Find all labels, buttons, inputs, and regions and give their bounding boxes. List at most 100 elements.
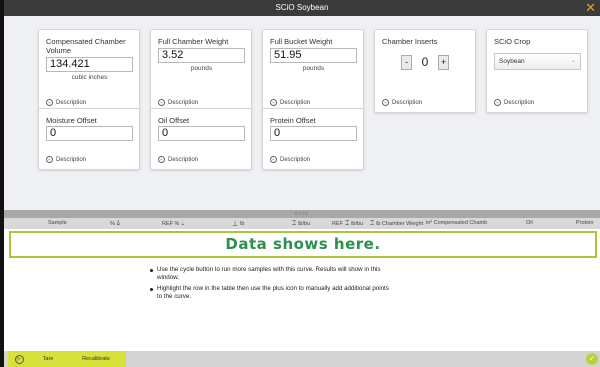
- card-full-chamber-weight: Full Chamber Weight 3.52 pounds ⌄ Descri…: [150, 29, 252, 113]
- full-bucket-weight-input[interactable]: 51.95: [270, 48, 357, 63]
- col-protein-label: Protein: [576, 220, 594, 226]
- col-pct-label: %: [110, 221, 115, 227]
- full-chamber-weight-unit: pounds: [190, 65, 213, 72]
- col-oil-label: Oil: [526, 220, 533, 226]
- bullet-icon: [150, 268, 153, 272]
- col-ref-pct-label: REF %: [162, 221, 180, 227]
- oil-offset-description[interactable]: ⌄ Description: [158, 156, 198, 163]
- scio-crop-selected: Soybean: [499, 58, 525, 65]
- hint-text: Highlight the row in the table then use …: [157, 285, 389, 300]
- decrement-button[interactable]: -: [401, 55, 412, 70]
- bullet-icon: [150, 287, 153, 291]
- description-label: Description: [504, 99, 535, 106]
- oil-offset-label: Oil Offset: [158, 116, 190, 125]
- col-lb-bu-label: lb/bu: [298, 221, 311, 227]
- list-item: Highlight the row in the table then use …: [150, 285, 390, 301]
- check-icon[interactable]: ✓: [586, 353, 598, 365]
- col-ref-unit-label: lb/bu: [351, 221, 364, 227]
- list-item: Use the cycle button to run more samples…: [150, 266, 390, 282]
- card-chamber-inserts: Chamber Inserts - 0 + ⌄ Description: [374, 29, 476, 113]
- protein-offset-input[interactable]: 0: [270, 126, 357, 141]
- card-oil-offset: Oil Offset 0 ⌄ Description: [150, 108, 252, 170]
- col-ref-pct[interactable]: REF % 💧︎: [162, 220, 184, 228]
- col-compensated-chamber[interactable]: in³ Compensated Chamb: [426, 220, 487, 226]
- chamber-inserts-stepper: - 0 +: [401, 55, 449, 70]
- col-lb[interactable]: ⊥ lb: [232, 220, 244, 228]
- recalibrate-button[interactable]: Recalibrate: [66, 351, 126, 367]
- col-chamber-weight-label: lb Chamber Weight: [376, 221, 424, 227]
- description-label: Description: [168, 156, 199, 163]
- card-full-bucket-weight: Full Bucket Weight 51.95 pounds ⌄ Descri…: [262, 29, 364, 113]
- chevron-down-circle-icon: ⌄: [158, 156, 165, 163]
- play-icon: ▷: [14, 355, 24, 364]
- chamber-inserts-label: Chamber Inserts: [382, 37, 438, 46]
- scio-crop-select[interactable]: Soybean ⌄: [494, 53, 581, 70]
- col-sample-label: Sample: [48, 220, 67, 226]
- full-chamber-weight-label: Full Chamber Weight: [158, 37, 229, 46]
- col-chamber-weight[interactable]: ⌶ lb Chamber Weight: [370, 220, 423, 228]
- tare-button[interactable]: Tare: [30, 351, 66, 367]
- description-label: Description: [392, 99, 423, 106]
- protein-offset-label: Protein Offset: [270, 116, 316, 125]
- chevron-down-circle-icon: ⌄: [158, 99, 165, 106]
- compensated-volume-label: Compensated Chamber Volume: [46, 37, 126, 55]
- col-compensated-label: in³ Compensated Chamb: [426, 220, 488, 226]
- data-placeholder: Data shows here.: [9, 231, 597, 258]
- chamber-inserts-description[interactable]: ⌄ Description: [382, 99, 422, 106]
- col-oil[interactable]: Oil: [526, 220, 533, 226]
- oil-offset-input[interactable]: 0: [158, 126, 245, 141]
- col-lb-bu[interactable]: ⌶ lb/bu: [292, 220, 310, 228]
- hint-text: Use the cycle button to run more samples…: [157, 266, 381, 281]
- chevron-down-circle-icon: ⌄: [382, 99, 389, 106]
- description-label: Description: [280, 156, 311, 163]
- chevron-down-circle-icon: ⌄: [46, 99, 53, 106]
- density-icon: ⌶: [370, 220, 375, 227]
- chevron-down-circle-icon: ⌄: [270, 99, 277, 106]
- card-protein-offset: Protein Offset 0 ⌄ Description: [262, 108, 364, 170]
- description-label: Description: [56, 99, 87, 106]
- protein-offset-description[interactable]: ⌄ Description: [270, 156, 310, 163]
- scio-crop-label: SCiO Crop: [494, 37, 531, 46]
- chevron-down-circle-icon: ⌄: [270, 156, 277, 163]
- moisture-offset-label: Moisture Offset: [46, 116, 97, 125]
- description-label: Description: [56, 156, 87, 163]
- card-compensated-chamber-volume: Compensated Chamber Volume 134.421 cubic…: [38, 29, 140, 113]
- moisture-offset-description[interactable]: ⌄ Description: [46, 156, 86, 163]
- moisture-offset-input[interactable]: 0: [46, 126, 133, 141]
- title-bar: SCiO Soybean ✕: [4, 0, 600, 16]
- panel-splitter-handle[interactable]: ◊◊◊◊: [4, 210, 600, 218]
- compensated-volume-description[interactable]: ⌄ Description: [46, 99, 86, 106]
- col-sample[interactable]: Sample: [48, 220, 67, 226]
- compensated-volume-input[interactable]: 134.421: [46, 57, 133, 72]
- description-label: Description: [280, 99, 311, 106]
- col-ref-lb-bu[interactable]: REF ⌶ lb/bu: [332, 220, 363, 228]
- full-bucket-weight-unit: pounds: [302, 65, 325, 72]
- card-moisture-offset: Moisture Offset 0 ⌄ Description: [38, 108, 140, 170]
- cycle-button[interactable]: ▷: [8, 351, 30, 367]
- col-lb-label: lb: [240, 221, 245, 227]
- density-icon: ⌶: [292, 220, 297, 227]
- description-label: Description: [168, 99, 199, 106]
- hints-list: Use the cycle button to run more samples…: [150, 266, 390, 304]
- results-table-header: Sample % 💧︎ REF % 💧︎ ⊥ lb ⌶ lb/bu REF ⌶ lb/bu …: [4, 218, 600, 229]
- chevron-down-circle-icon: ⌄: [46, 156, 53, 163]
- weight-icon: ⊥: [232, 221, 239, 228]
- col-ref-label: REF: [332, 221, 343, 227]
- col-protein[interactable]: Protein: [576, 220, 593, 226]
- full-chamber-weight-description[interactable]: ⌄ Description: [158, 99, 198, 106]
- bottom-toolbar: ▷ Tare Recalibrate ✓: [4, 351, 600, 367]
- increment-button[interactable]: +: [438, 55, 449, 70]
- chevron-down-circle-icon: ⌄: [494, 99, 501, 106]
- chamber-inserts-value: 0: [421, 55, 429, 69]
- scio-crop-description[interactable]: ⌄ Description: [494, 99, 534, 106]
- full-chamber-weight-input[interactable]: 3.52: [158, 48, 245, 63]
- compensated-volume-unit: cubic inches: [71, 74, 108, 81]
- chevron-down-icon: ⌄: [570, 58, 576, 64]
- close-icon[interactable]: ✕: [585, 0, 596, 16]
- card-scio-crop: SCiO Crop Soybean ⌄ ⌄ Description: [486, 29, 588, 113]
- col-moisture-pct[interactable]: % 💧︎: [110, 220, 120, 228]
- full-bucket-weight-label: Full Bucket Weight: [270, 37, 333, 46]
- window-title: SCiO Soybean: [275, 3, 329, 12]
- full-bucket-weight-description[interactable]: ⌄ Description: [270, 99, 310, 106]
- calibration-settings-panel: Compensated Chamber Volume 134.421 cubic…: [4, 16, 600, 210]
